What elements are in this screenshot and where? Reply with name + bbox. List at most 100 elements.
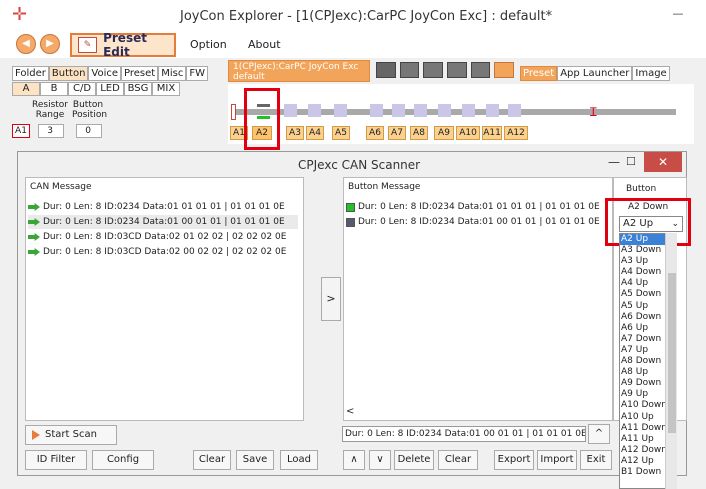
tab-button[interactable]: Button xyxy=(48,66,89,81)
scroll-up-button[interactable]: ^ xyxy=(588,424,610,444)
minimize-icon[interactable]: — xyxy=(668,8,688,22)
tab-group-a[interactable]: A xyxy=(12,82,40,96)
range-end-marker-icon[interactable]: Ɪ xyxy=(590,103,598,121)
slider-mark xyxy=(508,104,521,117)
tab-right-preset[interactable]: Preset xyxy=(520,66,558,81)
move-up-button[interactable]: ∧ xyxy=(343,450,365,470)
square-icon[interactable] xyxy=(447,62,467,78)
key-a8[interactable]: A8 xyxy=(410,126,428,140)
forward-arrow-icon[interactable]: ▶ xyxy=(40,34,60,54)
dialog-title-bar: CPJexc CAN Scanner — ☐ ✕ xyxy=(18,152,686,178)
scrollbar-thumb[interactable] xyxy=(668,273,676,433)
tab-app-launcher[interactable]: App Launcher xyxy=(557,66,633,81)
key-a11[interactable]: A11 xyxy=(482,126,502,140)
resistor-track[interactable] xyxy=(236,109,676,115)
device-tab[interactable]: 1(CPJexc):CarPC JoyCon Exc default xyxy=(228,60,370,82)
dropdown-scrollbar[interactable] xyxy=(665,233,677,489)
can-message-row[interactable]: Dur: 0 Len: 8 ID:03CD Data:02 00 02 02 |… xyxy=(28,245,298,259)
can-message-text: Dur: 0 Len: 8 ID:0234 Data:01 00 01 01 |… xyxy=(43,217,285,227)
can-message-row[interactable]: Dur: 0 Len: 8 ID:0234 Data:01 00 01 01 |… xyxy=(28,215,298,229)
tab-group-mix[interactable]: MIX xyxy=(152,82,180,96)
start-scan-button[interactable]: Start Scan xyxy=(25,425,117,445)
range-start-handle[interactable] xyxy=(231,104,236,120)
can-message-header: CAN Message xyxy=(30,182,92,192)
tab-group-bsg[interactable]: BSG xyxy=(124,82,152,96)
window-icon[interactable] xyxy=(376,62,396,78)
tab-group-led[interactable]: LED xyxy=(96,82,124,96)
export-button[interactable]: Export xyxy=(494,450,534,470)
button-column-header: Button xyxy=(626,184,657,194)
slider-mark xyxy=(392,104,405,117)
button-message-text: Dur: 0 Len: 8 ID:0234 Data:01 00 01 01 |… xyxy=(358,217,600,227)
tab-fw[interactable]: FW xyxy=(186,66,208,81)
window-title: JoyCon Explorer - [1(CPJexc):CarPC JoyCo… xyxy=(180,9,553,24)
slider-mark xyxy=(284,104,297,117)
device-toolbar xyxy=(376,62,515,80)
resistor-range-spinner[interactable]: 3 xyxy=(38,124,64,138)
key-a4[interactable]: A4 xyxy=(306,126,324,140)
document-icon[interactable] xyxy=(399,62,420,78)
copy-icon[interactable] xyxy=(470,62,491,78)
tab-voice[interactable]: Voice xyxy=(88,66,122,81)
key-a3[interactable]: A3 xyxy=(286,126,304,140)
slider-mark xyxy=(462,104,475,117)
button-group-tabs: A B C/D LED BSG MIX xyxy=(12,82,180,96)
play-icon xyxy=(32,430,40,440)
tab-image[interactable]: Image xyxy=(632,66,670,81)
app-root: ✛ JoyCon Explorer - [1(CPJexc):CarPC Joy… xyxy=(0,0,706,489)
scroll-left-icon[interactable]: < xyxy=(346,406,354,417)
key-a5[interactable]: A5 xyxy=(332,126,350,140)
clear-can-button[interactable]: Clear xyxy=(193,450,231,470)
slider-mark xyxy=(308,104,321,117)
back-arrow-icon[interactable]: ◀ xyxy=(16,34,36,54)
play-icon[interactable] xyxy=(423,62,444,78)
start-scan-label: Start Scan xyxy=(45,429,97,440)
button-message-row[interactable]: Dur: 0 Len: 8 ID:0234 Data:01 00 01 01 |… xyxy=(346,215,608,229)
clear-button-messages[interactable]: Clear xyxy=(438,450,478,470)
key-a9[interactable]: A9 xyxy=(434,126,454,140)
key-a6[interactable]: A6 xyxy=(366,126,384,140)
preset-edit-label: Preset Edit xyxy=(103,31,147,59)
exit-button[interactable]: Exit xyxy=(580,450,612,470)
dialog-title: CPJexc CAN Scanner xyxy=(298,158,421,172)
key-a10[interactable]: A10 xyxy=(456,126,480,140)
button-message-panel[interactable]: Button Message Dur: 0 Len: 8 ID:0234 Dat… xyxy=(343,177,613,421)
load-button[interactable]: Load xyxy=(280,450,318,470)
app-logo-icon: ✛ xyxy=(12,4,28,25)
dialog-close-icon[interactable]: ✕ xyxy=(644,152,682,172)
delete-button[interactable]: Delete xyxy=(394,450,434,470)
menu-about[interactable]: About xyxy=(248,38,281,51)
keyboard-icon[interactable] xyxy=(494,62,515,78)
green-square-icon xyxy=(346,202,355,212)
selected-message-field[interactable]: Dur: 0 Len: 8 ID:0234 Data:01 00 01 01 |… xyxy=(342,426,586,442)
tab-preset[interactable]: Preset xyxy=(121,66,159,81)
tab-group-b[interactable]: B xyxy=(40,82,68,96)
row-label-a1[interactable]: A1 xyxy=(12,124,30,138)
dialog-minimize-icon[interactable]: — xyxy=(608,155,620,169)
dialog-maximize-icon[interactable]: ☐ xyxy=(626,155,636,168)
id-filter-button[interactable]: ID Filter xyxy=(25,450,87,470)
highlight-a2-box xyxy=(244,88,280,150)
tab-group-cd[interactable]: C/D xyxy=(68,82,96,96)
button-message-row[interactable]: Dur: 0 Len: 8 ID:0234 Data:01 01 01 01 |… xyxy=(346,200,608,214)
menu-option[interactable]: Option xyxy=(190,38,227,51)
tab-folder[interactable]: Folder xyxy=(12,66,49,81)
slider-mark xyxy=(370,104,383,117)
preset-edit-button[interactable]: ✎ Preset Edit xyxy=(70,31,176,59)
can-message-text: Dur: 0 Len: 8 ID:03CD Data:02 00 02 02 |… xyxy=(43,247,287,257)
button-position-spinner[interactable]: 0 xyxy=(76,124,102,138)
tab-misc[interactable]: Misc xyxy=(158,66,187,81)
move-down-button[interactable]: ∨ xyxy=(369,450,391,470)
config-button[interactable]: Config xyxy=(92,450,154,470)
import-button[interactable]: Import xyxy=(537,450,577,470)
can-message-row[interactable]: Dur: 0 Len: 8 ID:0234 Data:01 01 01 01 |… xyxy=(28,200,298,214)
key-a7[interactable]: A7 xyxy=(388,126,406,140)
main-title-bar: ✛ JoyCon Explorer - [1(CPJexc):CarPC Joy… xyxy=(0,0,706,32)
slider-mark xyxy=(334,104,347,117)
can-message-row[interactable]: Dur: 0 Len: 8 ID:03CD Data:02 01 02 02 |… xyxy=(28,230,298,244)
can-message-panel[interactable]: CAN Message Dur: 0 Len: 8 ID:0234 Data:0… xyxy=(25,177,304,421)
resistor-range-header: Resistor Range xyxy=(32,100,68,120)
transfer-arrow-button[interactable]: > xyxy=(321,277,341,321)
key-a12[interactable]: A12 xyxy=(504,126,528,140)
save-button[interactable]: Save xyxy=(236,450,274,470)
